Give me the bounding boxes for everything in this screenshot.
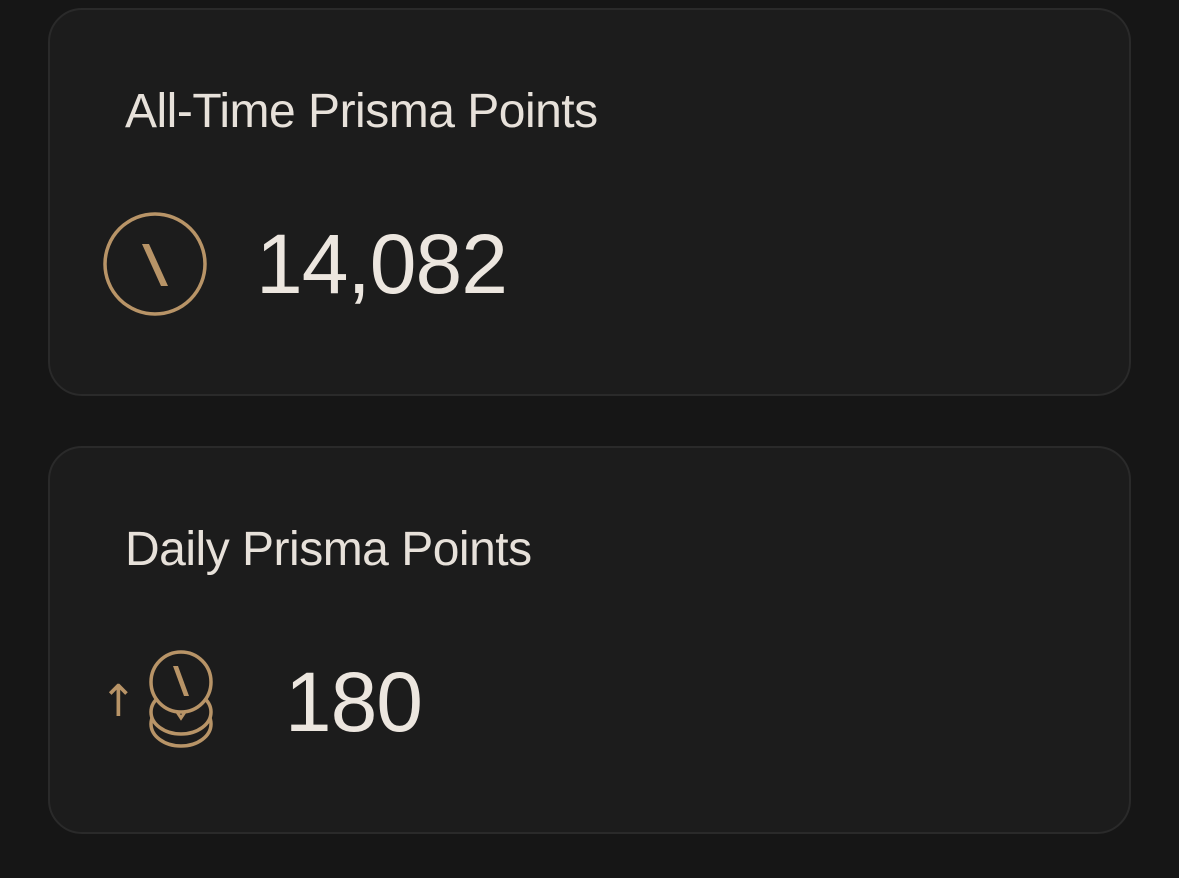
prisma-coin-icon [100, 209, 210, 319]
arrow-up-icon: ↑ [100, 676, 137, 727]
daily-points-value: 180 [284, 655, 423, 749]
points-page: All-Time Prisma Points 14,082 Daily Pris… [0, 0, 1179, 878]
daily-points-card: Daily Prisma Points ↑ 180 [48, 446, 1131, 834]
daily-points-title: Daily Prisma Points [125, 523, 532, 576]
all-time-points-card: All-Time Prisma Points 14,082 [48, 8, 1131, 396]
daily-points-row: ↑ 180 [100, 644, 423, 760]
all-time-points-value: 14,082 [256, 217, 508, 311]
coin-stack-icon [147, 648, 215, 757]
daily-trend-group: ↑ [100, 644, 215, 760]
all-time-points-title: All-Time Prisma Points [125, 85, 598, 138]
all-time-points-row: 14,082 [100, 206, 508, 322]
